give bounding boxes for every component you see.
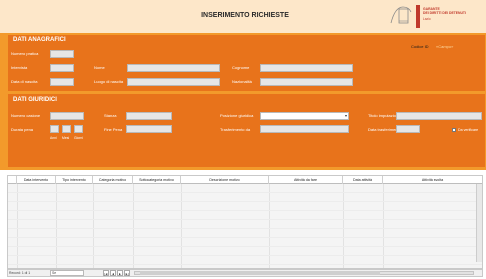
numero-casione-field[interactable] xyxy=(50,112,84,120)
trasferimento-da-field[interactable] xyxy=(260,125,349,133)
durata-giorni-field[interactable] xyxy=(74,125,83,133)
horizontal-scroll-thumb[interactable] xyxy=(140,271,380,275)
durata-anni-label: Anni xyxy=(50,136,57,140)
page-title: INSERIMENTO RICHIESTE xyxy=(201,12,289,19)
durata-mesi-label: Mesi xyxy=(62,136,70,140)
table-header: Data intervento Tipo intervento Categori… xyxy=(8,176,482,184)
cognome-field[interactable] xyxy=(260,64,353,72)
nav-first-button[interactable]: |◄ xyxy=(103,270,109,276)
giuridici-title: DATI GIURIDICI xyxy=(13,97,57,103)
col-data-attivita[interactable]: Data attività xyxy=(343,176,383,184)
posizione-giuridica-label: Posizione giuridica xyxy=(220,113,254,118)
numero-pratica-field[interactable] xyxy=(50,50,74,58)
numero-casione-label: Numero casione xyxy=(11,113,41,118)
nome-label: Nome xyxy=(94,65,105,70)
codice-id-label: Codice ID xyxy=(411,44,429,49)
logo-line-3: Lazio xyxy=(423,17,431,21)
durata-anni-field[interactable] xyxy=(50,125,59,133)
col-descrizione-motivo[interactable]: Descrizione motivo xyxy=(181,176,269,184)
table-body[interactable] xyxy=(8,184,482,268)
record-counter: Record: 1 di 1 xyxy=(9,271,31,275)
stanza-label: Stanza xyxy=(104,113,117,118)
col-sottocategoria-motivo[interactable]: Sottocategoria motivo xyxy=(133,176,181,184)
col-tipo-intervento[interactable]: Tipo intervento xyxy=(56,176,93,184)
logo: GARANTE DEI DIRITTI DEI DETENUTI Lazio xyxy=(387,3,483,30)
data-nascita-field[interactable] xyxy=(50,78,74,86)
anagrafici-title: DATI ANAGRAFICI xyxy=(13,37,66,43)
row-selector-header xyxy=(8,176,17,184)
luogo-nascita-field[interactable] xyxy=(127,78,220,86)
nazionalita-field[interactable] xyxy=(260,78,353,86)
col-attivita-da-fare[interactable]: Attività da fare xyxy=(269,176,343,184)
nome-field[interactable] xyxy=(127,64,220,72)
data-nascita-label: Data di nascita xyxy=(11,79,38,84)
cognome-label: Cognome xyxy=(232,65,250,70)
da-verificare-label: Da verificare xyxy=(458,128,479,132)
nav-prev-button[interactable]: ◄ xyxy=(110,270,116,276)
col-data-intervento[interactable]: Data intervento xyxy=(17,176,56,184)
stanza-field[interactable] xyxy=(126,112,172,120)
nav-last-button[interactable]: ►| xyxy=(124,270,130,276)
codice-id-value: «Campo» xyxy=(436,44,454,49)
col-attivita-svolta[interactable]: Attività svolta xyxy=(383,176,482,184)
da-verificare-checkbox[interactable] xyxy=(452,128,456,132)
intervista-field[interactable] xyxy=(50,64,74,72)
trasferimento-da-label: Trasferimento da xyxy=(220,127,251,132)
fine-pena-field[interactable] xyxy=(126,125,172,133)
titolo-imputazione-field[interactable] xyxy=(396,112,482,120)
data-trasferimento-field[interactable] xyxy=(396,125,420,133)
col-categoria-motivo[interactable]: Categoria motivo xyxy=(93,176,133,184)
durata-giorni-label: Giorni xyxy=(74,136,84,140)
durata-mesi-field[interactable] xyxy=(62,125,71,133)
logo-line-2: DEI DIRITTI DEI DETENUTI xyxy=(423,11,466,15)
fine-pena-label: Fine Pena xyxy=(104,127,123,132)
posizione-giuridica-select[interactable] xyxy=(260,112,349,120)
numero-pratica-label: Numero pratica xyxy=(11,51,39,56)
luogo-nascita-label: Luogo di nascita xyxy=(94,79,124,84)
intervista-label: Intervista xyxy=(11,65,28,70)
nazionalita-label: Nazionalità xyxy=(232,79,252,84)
nav-next-button[interactable]: ► xyxy=(117,270,123,276)
dropdown-arrow-icon[interactable]: ▾ xyxy=(343,113,349,119)
datasheet: Data intervento Tipo intervento Categori… xyxy=(7,175,483,269)
record-search-text: Se xyxy=(52,271,57,275)
vertical-scrollbar[interactable] xyxy=(476,184,482,262)
durata-pena-label: Durata pena xyxy=(11,127,34,132)
